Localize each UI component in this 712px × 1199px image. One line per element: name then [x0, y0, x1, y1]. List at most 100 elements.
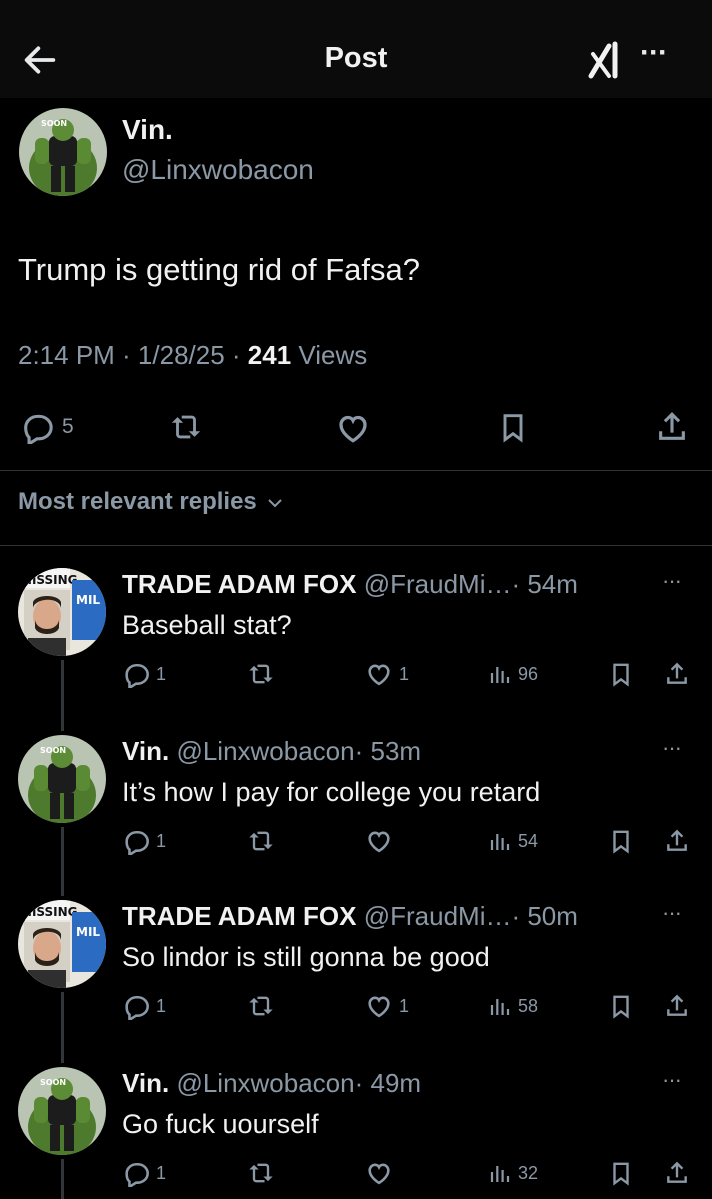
reply-text: So lindor is still gonna be good — [122, 942, 490, 972]
views-button[interactable]: 58 — [488, 992, 538, 1020]
more-icon[interactable]: ··· — [662, 735, 682, 761]
share-icon — [667, 663, 687, 684]
bookmark-button[interactable] — [608, 827, 634, 855]
bookmark-button[interactable] — [497, 410, 529, 444]
like-button[interactable] — [335, 410, 371, 446]
views-count: 32 — [518, 1162, 539, 1183]
share-icon — [667, 995, 687, 1016]
reply-button[interactable]: 1 — [122, 827, 166, 855]
reply-text: Baseball stat? — [122, 610, 292, 640]
reply-button[interactable]: 1 — [122, 992, 166, 1020]
reply-author-handle[interactable]: @Linxwobacon — [176, 1068, 354, 1098]
reply-icon — [125, 830, 149, 855]
views-count: 241 — [247, 340, 292, 370]
reply-author-name[interactable]: Vin. — [122, 736, 169, 766]
more-icon[interactable]: ··· — [640, 36, 684, 69]
share-icon — [667, 830, 687, 851]
bookmark-icon — [613, 830, 629, 853]
heart-icon — [368, 1163, 390, 1185]
bookmark-icon — [503, 414, 523, 442]
like-button[interactable]: 1 — [365, 992, 409, 1020]
views-count: 96 — [518, 663, 539, 684]
post-meta: 2:14 PM · 1/28/25 · 241 Views — [18, 340, 367, 371]
chevron-down-icon — [268, 499, 283, 508]
repost-button[interactable] — [247, 827, 275, 855]
views-button[interactable]: 32 — [488, 1159, 538, 1187]
reply-count: 1 — [156, 1162, 167, 1183]
replies-sort[interactable]: Most relevant replies — [18, 488, 283, 516]
thread-line — [61, 660, 64, 731]
bookmark-button[interactable] — [608, 1159, 634, 1187]
avatar[interactable] — [18, 735, 106, 823]
share-icon — [667, 1162, 687, 1183]
repost-icon — [171, 415, 201, 439]
heart-icon — [368, 996, 390, 1018]
like-count: 1 — [399, 995, 410, 1016]
reply-count: 5 — [62, 415, 74, 438]
reply-text: Go fuck uourself — [122, 1109, 319, 1139]
reply-author-handle[interactable]: @FraudMi… — [364, 569, 512, 599]
views-button[interactable]: 54 — [488, 827, 538, 855]
more-icon[interactable]: ··· — [662, 900, 682, 926]
heart-icon — [368, 831, 390, 853]
views-icon — [490, 665, 510, 685]
top-bar: Post ··· — [0, 0, 712, 98]
thread-line — [61, 1159, 64, 1199]
reply-author-name[interactable]: TRADE ADAM FOX — [122, 569, 356, 599]
thread-line — [61, 827, 64, 896]
reply-time: · 49m — [354, 1068, 422, 1098]
reply-author-name[interactable]: TRADE ADAM FOX — [122, 901, 356, 931]
more-icon[interactable]: ··· — [662, 568, 682, 594]
like-button[interactable] — [365, 827, 399, 855]
author-name[interactable]: Vin. — [122, 114, 173, 146]
reply-button[interactable]: 1 — [122, 660, 166, 688]
reply-count: 1 — [156, 995, 167, 1016]
reply-time: · 50m — [511, 901, 578, 931]
views-count: 54 — [518, 830, 539, 851]
reply-icon — [125, 995, 149, 1020]
share-button[interactable] — [664, 827, 690, 855]
views-button[interactable]: 96 — [488, 660, 538, 688]
like-button[interactable] — [365, 1159, 399, 1187]
bookmark-icon — [613, 1162, 629, 1185]
share-button[interactable] — [664, 1159, 690, 1187]
bookmark-icon — [613, 663, 629, 686]
like-button[interactable]: 1 — [365, 660, 409, 688]
reply-author-name[interactable]: Vin. — [122, 1068, 169, 1098]
repost-icon — [249, 996, 273, 1016]
reply-author-handle[interactable]: @FraudMi… — [364, 901, 512, 931]
bookmark-button[interactable] — [608, 660, 634, 688]
share-button[interactable] — [655, 410, 689, 444]
reply-time: · 54m — [511, 569, 578, 599]
views-icon — [490, 997, 510, 1017]
avatar[interactable] — [18, 900, 106, 988]
post-text: Trump is getting rid of Fafsa? — [18, 252, 421, 287]
repost-button[interactable] — [168, 410, 204, 444]
reply-author-handle[interactable]: @Linxwobacon — [176, 736, 354, 766]
more-icon[interactable]: ··· — [662, 1067, 682, 1093]
repost-icon — [249, 1163, 273, 1183]
avatar[interactable] — [18, 568, 106, 656]
share-button[interactable] — [664, 992, 690, 1020]
author-handle[interactable]: @Linxwobacon — [122, 154, 314, 186]
reply-header: TRADE ADAM FOX @FraudMi…· 50m — [122, 901, 578, 932]
like-count: 1 — [399, 663, 410, 684]
repost-button[interactable] — [247, 660, 275, 688]
reply-icon — [24, 414, 53, 444]
heart-icon — [368, 664, 390, 686]
grok-icon[interactable] — [585, 38, 629, 82]
reply-icon — [125, 1162, 149, 1187]
post-time: 2:14 PM · 1/28/25 · — [18, 340, 248, 370]
reply-button[interactable]: 1 — [122, 1159, 166, 1187]
repost-button[interactable] — [247, 1159, 275, 1187]
share-icon — [659, 412, 685, 440]
repost-button[interactable] — [247, 992, 275, 1020]
avatar[interactable] — [18, 1067, 106, 1155]
share-button[interactable] — [664, 660, 690, 688]
views-label: Views — [291, 340, 368, 370]
avatar[interactable] — [19, 108, 107, 196]
views-count: 58 — [518, 995, 539, 1016]
reply-button[interactable]: 5 — [20, 410, 74, 444]
bookmark-icon — [613, 995, 629, 1018]
bookmark-button[interactable] — [608, 992, 634, 1020]
